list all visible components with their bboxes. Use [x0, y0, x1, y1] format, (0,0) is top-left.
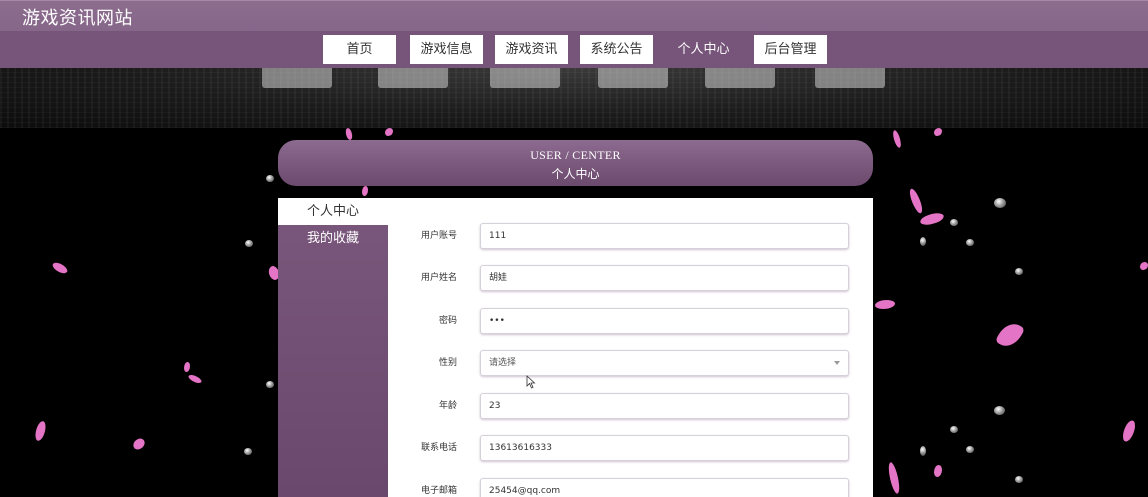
account-input[interactable]: 111 [480, 223, 849, 249]
petal-decoration [34, 420, 47, 442]
section-title-en: USER / CENTER [530, 148, 621, 162]
section-header: USER / CENTER 个人中心 [278, 140, 873, 186]
water-drop-decoration [920, 237, 926, 246]
petal-decoration [934, 128, 942, 136]
password-label: 密码 [438, 316, 457, 326]
age-label: 年龄 [438, 401, 457, 411]
banner-letter [262, 68, 332, 88]
main-nav: 首页 游戏信息 游戏资讯 系统公告 个人中心 后台管理 [0, 31, 1148, 68]
petal-decoration [919, 211, 945, 227]
petal-decoration [184, 362, 190, 372]
water-drop-decoration [245, 240, 253, 247]
mouse-cursor-icon [526, 375, 536, 389]
petal-decoration [51, 260, 69, 276]
water-drop-decoration [994, 198, 1006, 208]
nav-announcements[interactable]: 系统公告 [580, 35, 653, 64]
banner-letter [490, 68, 560, 88]
name-input[interactable]: 胡娃 [480, 265, 849, 291]
petal-decoration [994, 318, 1026, 352]
petal-decoration [385, 128, 393, 136]
petal-decoration [885, 461, 903, 495]
petal-decoration [875, 300, 895, 309]
water-drop-decoration [920, 446, 926, 456]
nav-admin[interactable]: 后台管理 [754, 35, 827, 64]
account-label: 用户账号 [420, 231, 457, 241]
banner-image [0, 68, 1148, 128]
form-row-gender: 性别 请选择 [388, 350, 873, 376]
petal-decoration [362, 186, 368, 196]
water-drop-decoration [266, 175, 274, 182]
sidebar-item-user-center[interactable]: 个人中心 [278, 198, 388, 225]
nav-game-news[interactable]: 游戏资讯 [495, 35, 568, 64]
water-drop-decoration [966, 446, 974, 453]
petal-decoration [891, 129, 903, 149]
age-input[interactable]: 23 [480, 393, 849, 419]
petal-decoration [131, 437, 147, 451]
water-drop-decoration [950, 219, 958, 226]
gender-label: 性别 [438, 358, 457, 368]
form-row-account: 用户账号 111 [388, 223, 873, 249]
form-row-phone: 联系电话 13613616333 [388, 435, 873, 461]
name-label: 用户姓名 [420, 273, 457, 283]
petal-decoration [187, 372, 203, 386]
user-sidebar: 个人中心 我的收藏 [278, 198, 388, 497]
petal-decoration [344, 127, 354, 141]
water-drop-decoration [966, 239, 974, 246]
gender-select-value: 请选择 [489, 358, 517, 368]
password-input[interactable]: ••• [480, 308, 849, 334]
sidebar-item-favorites[interactable]: 我的收藏 [278, 225, 388, 252]
gender-select[interactable]: 请选择 [480, 350, 849, 376]
banner-letter [378, 68, 448, 88]
form-row-email: 电子邮箱 25454@qq.com [388, 478, 873, 497]
petal-decoration [1121, 419, 1137, 443]
nav-user-center[interactable]: 个人中心 [667, 35, 740, 64]
email-label: 电子邮箱 [420, 486, 457, 496]
form-row-password: 密码 ••• [388, 308, 873, 334]
email-input[interactable]: 25454@qq.com [480, 478, 849, 497]
petal-decoration [906, 187, 926, 215]
water-drop-decoration [1015, 476, 1023, 483]
phone-input[interactable]: 13613616333 [480, 435, 849, 461]
section-title-cn: 个人中心 [551, 167, 600, 181]
phone-label: 联系电话 [420, 443, 457, 453]
form-row-name: 用户姓名 胡娃 [388, 265, 873, 291]
banner-letter [598, 68, 668, 88]
site-title: 游戏资讯网站 [22, 8, 133, 29]
petal-decoration [934, 465, 942, 477]
water-drop-decoration [950, 426, 958, 433]
water-drop-decoration [244, 448, 252, 455]
banner-texture [0, 68, 1148, 128]
petal-decoration [1140, 262, 1148, 270]
site-header: 游戏资讯网站 [0, 0, 1148, 31]
banner-letter [705, 68, 775, 88]
chevron-down-icon [834, 361, 840, 365]
water-drop-decoration [994, 406, 1005, 415]
nav-home[interactable]: 首页 [323, 35, 396, 64]
water-drop-decoration [1015, 268, 1023, 275]
form-row-age: 年龄 23 [388, 393, 873, 419]
water-drop-decoration [266, 381, 274, 388]
profile-form: 用户账号 111 用户姓名 胡娃 密码 ••• 性别 请选择 年龄 23 联系电… [388, 198, 873, 497]
banner-letter [815, 68, 885, 88]
nav-game-info[interactable]: 游戏信息 [410, 35, 483, 64]
